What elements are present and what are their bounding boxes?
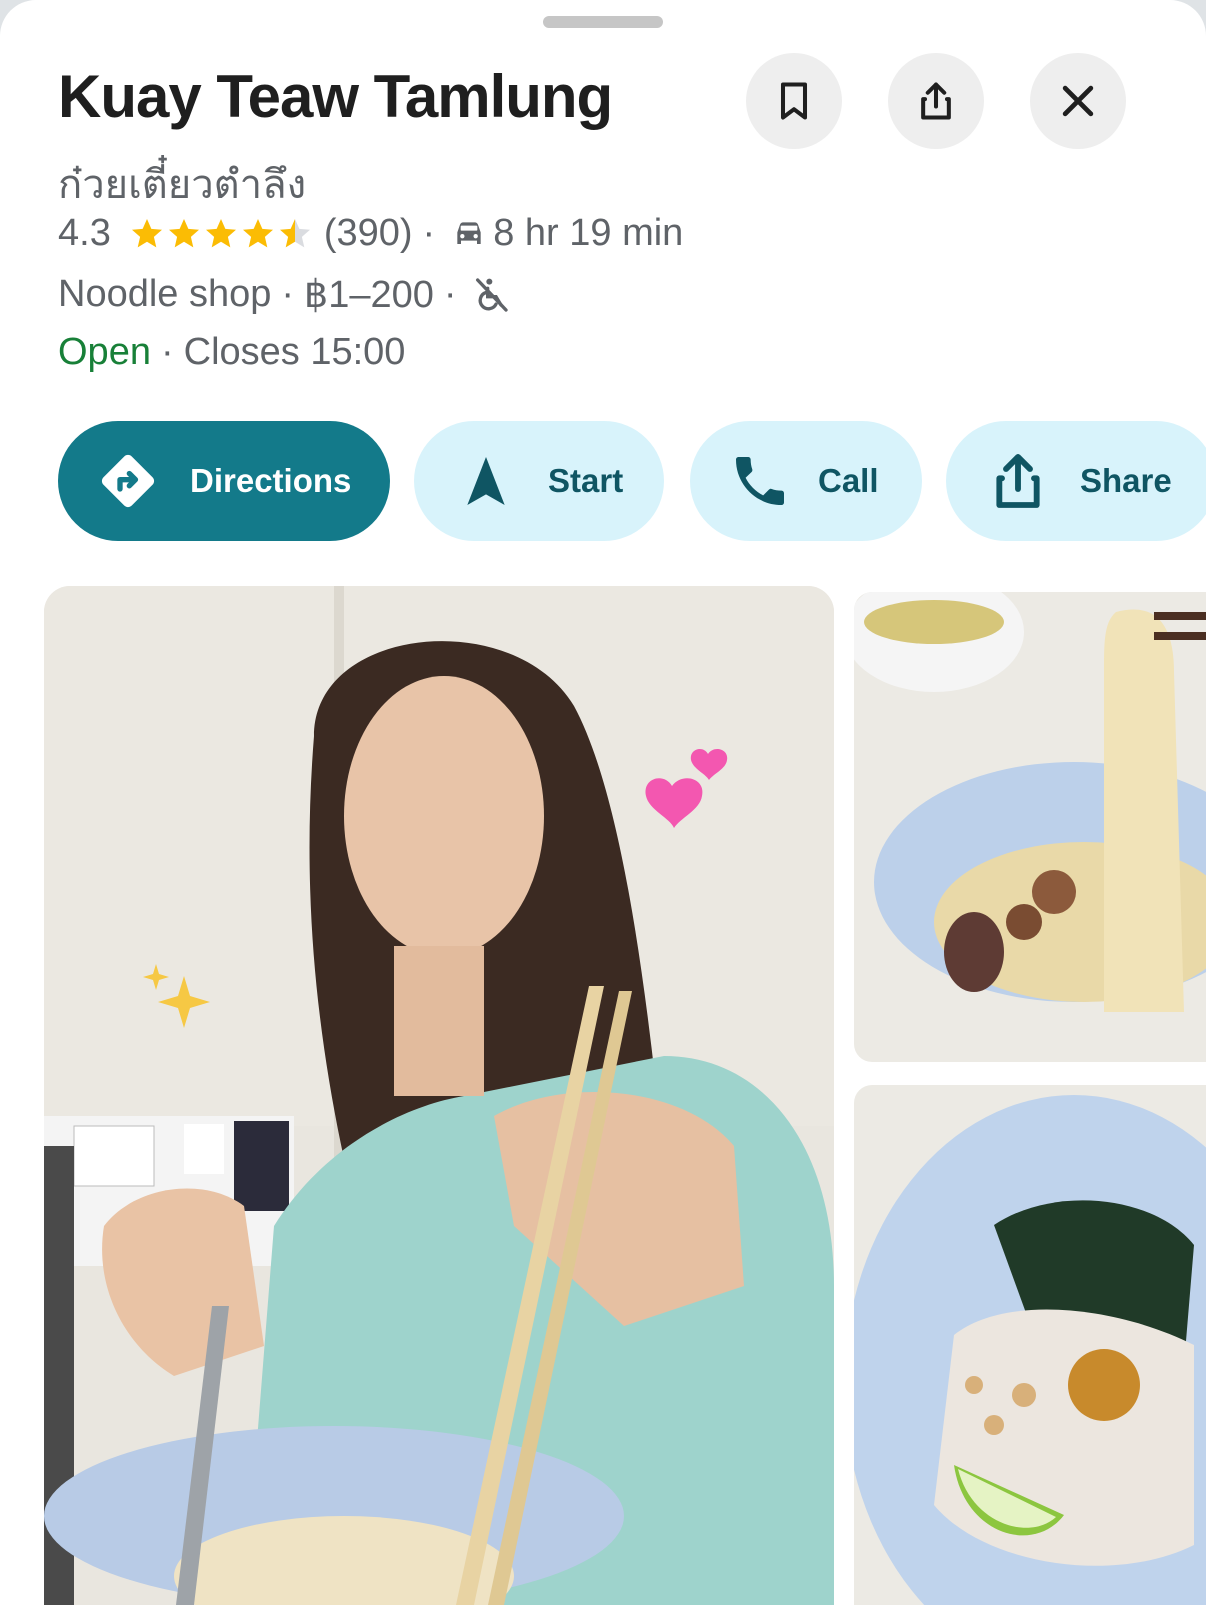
closing-time: Closes 15:00 [183,331,406,373]
price-range: ฿1–200 [304,274,434,316]
category: Noodle shop [58,273,272,315]
noodles-chopsticks-image [854,592,1206,1062]
phone-icon [736,457,784,505]
call-label: Call [818,462,879,499]
star-rating[interactable] [129,216,314,252]
navigation-arrow-icon [467,457,505,505]
share-upload-icon [921,82,951,120]
directions-icon [101,454,155,508]
directions-button[interactable]: Directions [58,421,390,541]
place-local-name: ก๋วยเตี๋ยวตำลึง [58,163,307,207]
share-label: Share [1080,462,1172,499]
star-icon [131,218,162,247]
share-upload-icon [996,454,1040,508]
star-icon [205,218,236,247]
start-label: Start [548,462,624,499]
place-title: Kuay Teaw Tamlung [58,63,613,130]
start-button[interactable]: Start [414,421,664,541]
noodle-bowl-lime-image [854,1085,1206,1605]
save-button[interactable] [746,53,842,149]
directions-label: Directions [190,462,352,499]
star-icon [242,218,273,247]
side-photo-top[interactable] [854,592,1206,1062]
place-sheet: Kuay Teaw Tamlung ก๋วยเตี๋ยวตำลึง 4.3 (3… [0,0,1206,1605]
hours-row[interactable]: Open · Closes 15:00 [58,331,405,374]
star-icon [168,218,199,247]
close-button[interactable] [1030,53,1126,149]
call-button[interactable]: Call [690,421,922,541]
main-photo[interactable] [44,586,834,1605]
drive-time: 8 hr 19 min [493,212,684,254]
drag-handle[interactable] [543,16,663,28]
woman-eating-noodles-image [44,586,834,1605]
car-icon [457,221,481,244]
no-wheelchair-icon [475,277,508,312]
rating-value: 4.3 [58,212,111,254]
close-icon [1062,85,1094,117]
review-count[interactable]: (390) [324,212,413,255]
share-button[interactable]: Share [946,421,1206,541]
open-status: Open [58,331,151,373]
half-star-icon [279,218,310,247]
rating-row: 4.3 (390) · 8 hr 19 min [58,212,684,255]
share-header-button[interactable] [888,53,984,149]
bookmark-icon [780,82,808,120]
category-row: Noodle shop · ฿1–200 · [58,272,515,317]
side-photo-bottom[interactable] [854,1085,1206,1605]
